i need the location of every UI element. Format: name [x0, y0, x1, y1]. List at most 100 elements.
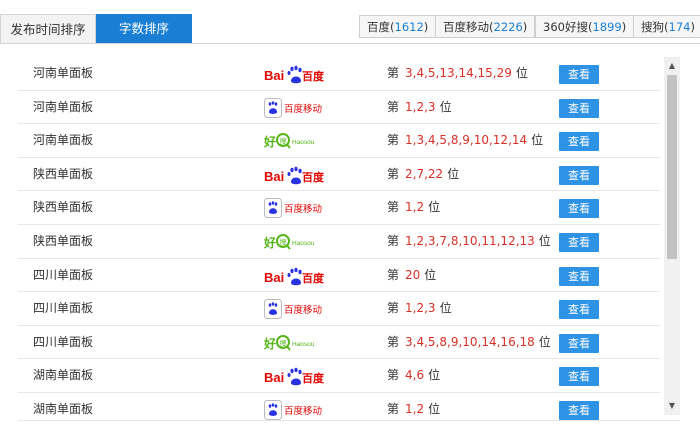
svg-text:Haosou: Haosou [292, 240, 315, 247]
rank-suffix: 位 [424, 267, 437, 282]
baidu-mobile-icon: 百度移动 [264, 197, 324, 219]
region-label: 四川单面板 [33, 267, 94, 282]
rank-text: 第 3,4,5,13,14,15,29 位 [387, 57, 528, 90]
haosou-icon: 好搜 Haosou [263, 130, 324, 152]
rank-prefix: 第 [387, 401, 400, 416]
list-item: 陕西单面板 Bai 百度 第 2,7,22 位 查看 [18, 158, 660, 192]
engine-filter-baidu[interactable]: 百度(1612) [359, 15, 437, 38]
engine-filter-baidu-mobile[interactable]: 百度移动(2226) [435, 15, 536, 38]
rank-prefix: 第 [387, 368, 400, 383]
rank-suffix: 位 [531, 133, 544, 148]
view-button[interactable]: 查看 [559, 165, 599, 185]
svg-text:百度移动: 百度移动 [284, 203, 322, 215]
engine-label: 百度移动( [443, 20, 494, 34]
rank-positions: 1,2 [405, 200, 425, 215]
region-label: 四川单面板 [33, 301, 94, 316]
svg-text:Bai: Bai [264, 68, 284, 83]
baidu-paw-icon: Bai 百度 [264, 365, 325, 387]
haosou-icon: 好搜 Haosou [263, 332, 324, 354]
engine-count: 2226 [493, 20, 523, 34]
scrollbar-thumb[interactable] [667, 75, 677, 259]
region-label: 陕西单面板 [33, 200, 94, 215]
rank-positions: 3,4,5,8,9,10,14,16,18 [405, 334, 535, 349]
view-button[interactable]: 查看 [559, 132, 599, 152]
rank-suffix: 位 [538, 233, 551, 248]
rank-suffix: 位 [538, 334, 551, 349]
baidu-paw-icon: Bai 百度 [264, 164, 325, 186]
view-button[interactable]: 查看 [559, 199, 599, 219]
list-item: 四川单面板 百度移动 第 1,2,3 位 查看 [18, 292, 660, 326]
baidu-mobile-icon: 百度移动 [264, 97, 324, 119]
view-button[interactable]: 查看 [559, 367, 599, 387]
rank-suffix: 位 [439, 301, 452, 316]
list-item: 河南单面板 好搜 Haosou 第 1,3,4,5,8,9,10,12,14 位查看 [18, 124, 660, 158]
svg-text:好: 好 [264, 134, 276, 149]
list-item: 陕西单面板 百度移动 第 1,2 位 查看 [18, 191, 660, 225]
svg-text:好: 好 [264, 336, 276, 351]
view-button[interactable]: 查看 [559, 232, 599, 252]
region-label: 陕西单面板 [33, 233, 94, 248]
baidu-paw-icon: Bai 百度 [264, 63, 325, 85]
view-button[interactable]: 查看 [559, 333, 599, 353]
list-item: 四川单面板 好搜 Haosou 第 3,4,5,8,9,10,14,16,18 位查看 [18, 326, 660, 360]
rank-suffix: 位 [428, 200, 441, 215]
view-button[interactable]: 查看 [559, 65, 599, 84]
ranking-list: 河南单面板 Bai 百度第 3,4,5,13,14,15,29 位查看 河南单面板 百度移动… [18, 57, 660, 427]
view-button[interactable]: 查看 [559, 400, 599, 420]
rank-text: 第 4,6 位 [387, 359, 440, 392]
rank-prefix: 第 [387, 301, 400, 316]
rank-positions: 1,2,3 [405, 99, 436, 114]
view-button[interactable]: 查看 [559, 266, 599, 286]
rank-prefix: 第 [387, 99, 400, 114]
engine-suffix: ) [621, 20, 627, 34]
rank-text: 第 1,2,3 位 [387, 91, 452, 124]
rank-suffix: 位 [447, 166, 460, 181]
rank-prefix: 第 [387, 233, 400, 248]
svg-text:搜: 搜 [280, 338, 287, 347]
haosou-icon: 好搜 Haosou [263, 231, 324, 253]
engine-label: 百度( [367, 20, 395, 34]
baidu-paw-icon: Bai 百度 [264, 265, 325, 287]
svg-text:Bai: Bai [264, 169, 284, 184]
svg-text:百度: 百度 [302, 371, 324, 385]
engine-label: 搜狗( [641, 20, 669, 34]
tab-publish-time-sort[interactable]: 发布时间排序 [0, 14, 96, 43]
engine-suffix: ) [522, 20, 528, 34]
list-item: 河南单面板 百度移动 第 1,2,3 位 查看 [18, 91, 660, 125]
list-bottom-divider [18, 420, 680, 421]
rank-positions: 1,2 [405, 401, 425, 416]
rank-text: 第 2,7,22 位 [387, 158, 459, 191]
svg-text:百度: 百度 [302, 170, 324, 184]
baidu-mobile-icon: 百度移动 [264, 298, 324, 320]
rank-text: 第 3,4,5,8,9,10,14,16,18 位 [387, 326, 551, 359]
sort-toolbar: 发布时间排序 字数排序 百度(1612) 百度移动(2226) 360好搜(18… [0, 0, 700, 44]
svg-text:百度: 百度 [302, 271, 324, 285]
svg-text:百度移动: 百度移动 [284, 304, 322, 316]
rank-positions: 3,4,5,13,14,15,29 [405, 66, 512, 80]
rank-positions: 4,6 [405, 368, 425, 383]
rank-positions: 1,2,3,7,8,10,11,12,13 [405, 233, 535, 248]
scrollbar[interactable]: ▲ ▼ [664, 57, 680, 415]
rank-text: 第 1,2,3 位 [387, 292, 452, 325]
tab-word-count-sort[interactable]: 字数排序 [96, 14, 192, 43]
rank-prefix: 第 [387, 166, 400, 181]
rank-suffix: 位 [439, 99, 452, 114]
rank-text: 第 1,3,4,5,8,9,10,12,14 位 [387, 124, 543, 157]
engine-label: 360好搜( [543, 20, 593, 34]
engine-filter-360haosou[interactable]: 360好搜(1899) [535, 15, 635, 38]
rank-prefix: 第 [387, 200, 400, 215]
view-button[interactable]: 查看 [559, 98, 599, 118]
rank-prefix: 第 [387, 267, 400, 282]
svg-text:好: 好 [264, 235, 276, 250]
rank-suffix: 位 [428, 401, 441, 416]
rank-suffix: 位 [515, 66, 528, 80]
svg-text:百度移动: 百度移动 [284, 103, 322, 115]
svg-text:搜: 搜 [280, 237, 287, 246]
view-button[interactable]: 查看 [559, 300, 599, 320]
rank-suffix: 位 [428, 368, 441, 383]
engine-filter-sogou[interactable]: 搜狗(174) [633, 15, 700, 38]
scroll-up-arrow-icon[interactable]: ▲ [664, 59, 680, 73]
toolbar-divider [0, 43, 700, 44]
scroll-down-arrow-icon[interactable]: ▼ [664, 399, 680, 413]
region-label: 河南单面板 [33, 66, 94, 80]
